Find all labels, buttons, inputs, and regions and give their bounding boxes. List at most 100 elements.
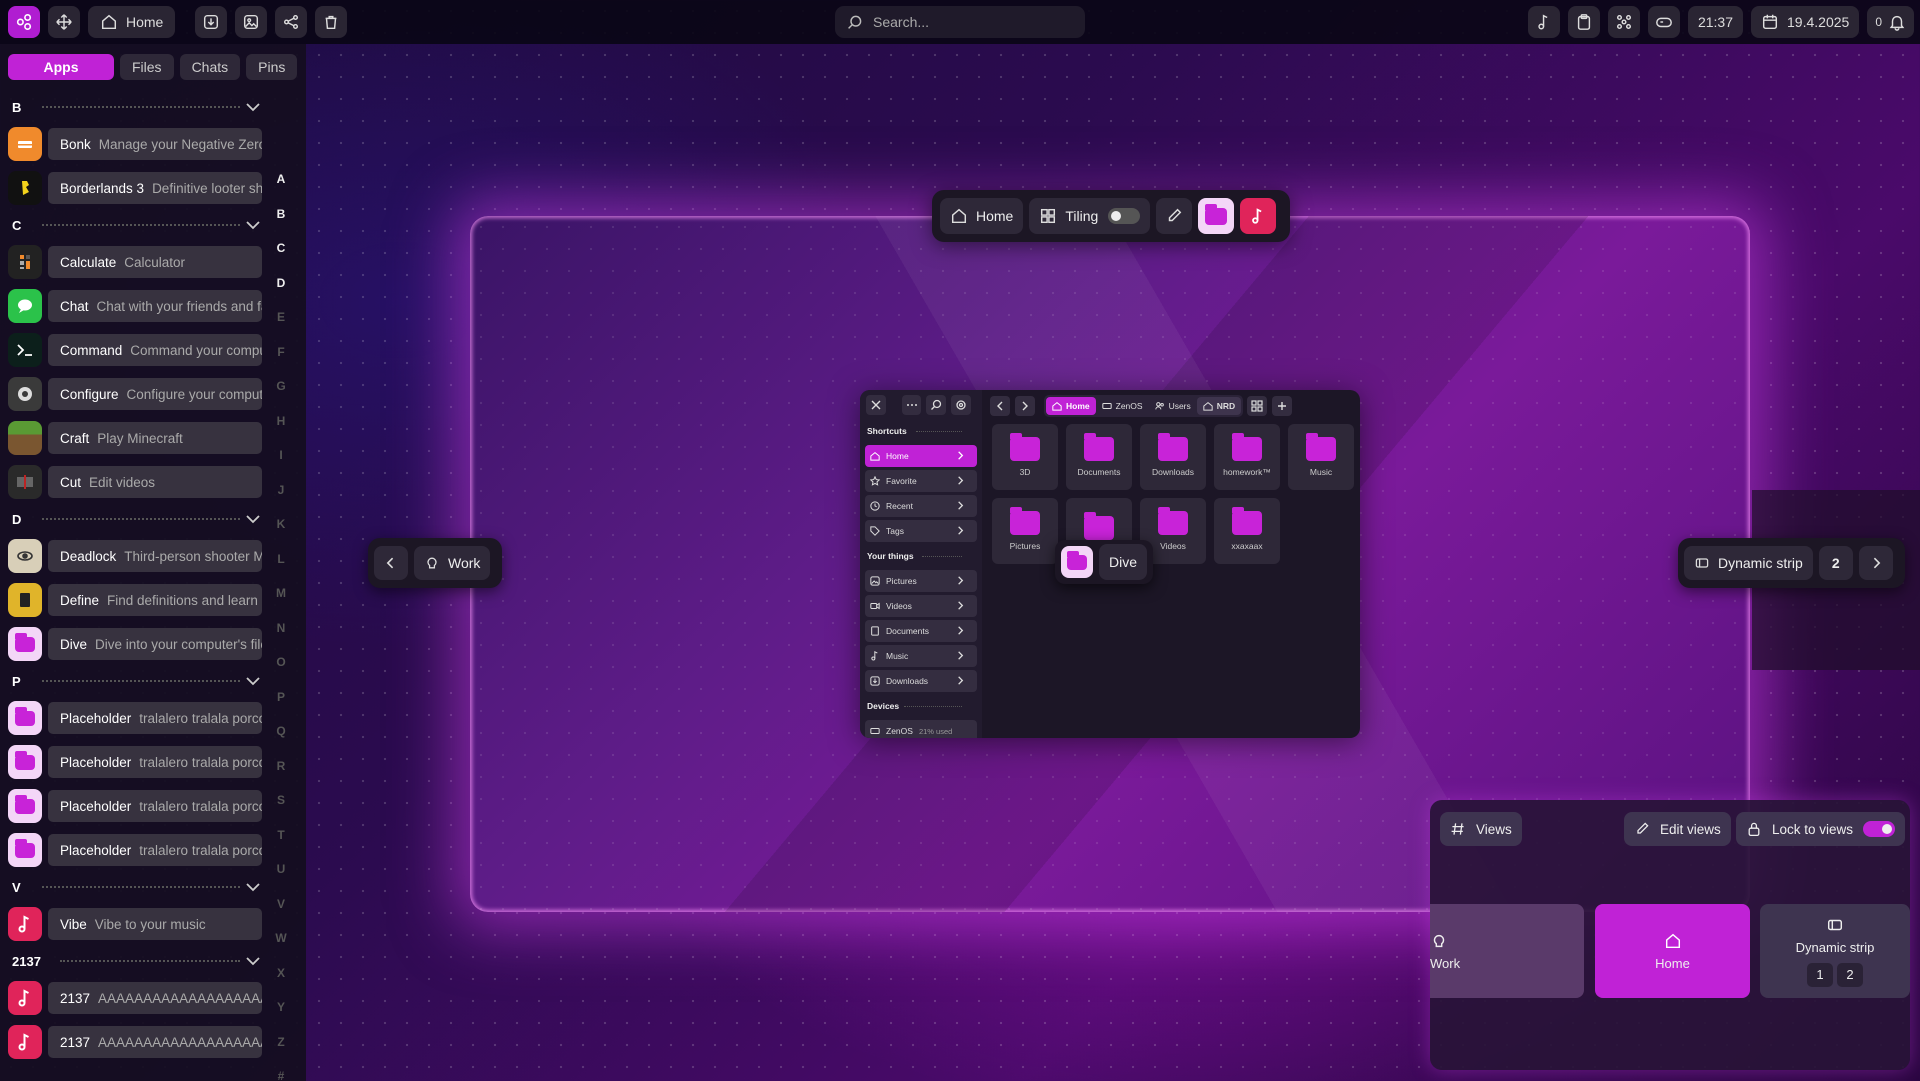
- alpha-letter[interactable]: Q: [274, 724, 288, 759]
- alpha-letter[interactable]: D: [274, 276, 288, 311]
- network-button[interactable]: [1607, 6, 1640, 38]
- fm-search-button[interactable]: [926, 395, 947, 415]
- folder-documents[interactable]: Documents: [1066, 424, 1132, 490]
- edit-button[interactable]: [1156, 198, 1193, 234]
- app-placeholder[interactable]: Placeholdertralalero tralala porco dio: [0, 828, 270, 872]
- next-view-button[interactable]: [1858, 546, 1893, 580]
- more-button[interactable]: [901, 395, 922, 415]
- section-header[interactable]: P: [0, 666, 270, 696]
- alpha-letter[interactable]: X: [274, 966, 288, 1001]
- section-header[interactable]: 2137: [0, 946, 270, 976]
- download-button[interactable]: [195, 6, 228, 38]
- alpha-letter[interactable]: A: [274, 172, 288, 207]
- fm-item-pictures[interactable]: Pictures: [865, 570, 977, 592]
- app-2137[interactable]: 2137 AAAAAAAAAAAAAAAAAAAA: [0, 976, 270, 1020]
- lock-views-switch[interactable]: [1863, 821, 1896, 837]
- tab-apps[interactable]: Apps: [8, 54, 114, 80]
- app-dive[interactable]: Dive Dive into your computer's files: [0, 622, 270, 666]
- move-button[interactable]: [48, 6, 80, 38]
- alpha-letter[interactable]: B: [274, 207, 288, 242]
- alpha-letter[interactable]: N: [274, 621, 288, 656]
- dynamic-strip-button[interactable]: Dynamic strip: [1684, 546, 1813, 580]
- trash-button[interactable]: [315, 6, 348, 38]
- section-header[interactable]: B: [0, 92, 270, 122]
- alpha-letter[interactable]: Y: [274, 1000, 288, 1035]
- edit-views-button[interactable]: Edit views: [1624, 812, 1731, 846]
- fm-item-videos[interactable]: Videos: [865, 595, 977, 617]
- folder-xxaxaax[interactable]: xxaxaax: [1214, 498, 1280, 564]
- clock[interactable]: 21:37: [1687, 6, 1744, 38]
- dive-app-button[interactable]: [1198, 198, 1235, 234]
- share-button[interactable]: [275, 6, 308, 38]
- devices-section[interactable]: Devices: [860, 695, 982, 717]
- tiling-toggle[interactable]: Tiling: [1029, 198, 1151, 234]
- tab-pins[interactable]: Pins: [246, 54, 298, 80]
- alpha-letter[interactable]: H: [274, 414, 288, 449]
- app-placeholder[interactable]: Placeholdertralalero tralala porco dio: [0, 740, 270, 784]
- alpha-letter[interactable]: U: [274, 862, 288, 897]
- your-things-section[interactable]: Your things: [860, 545, 982, 567]
- forward-button[interactable]: [1015, 396, 1035, 416]
- alpha-letter[interactable]: #: [274, 1069, 288, 1081]
- fm-item-home[interactable]: Home: [865, 445, 977, 467]
- system-menu-button[interactable]: [8, 6, 40, 38]
- app-2137[interactable]: 2137 AAAAAAAAAAAAAAAAAAAA: [0, 1020, 270, 1064]
- folder-homework[interactable]: homework™: [1214, 424, 1280, 490]
- app-bonk[interactable]: Bonk Manage your Negative Zero: [0, 122, 270, 166]
- view-card-home[interactable]: Home: [1595, 904, 1750, 998]
- folder-music[interactable]: Music: [1288, 424, 1354, 490]
- view-grid-button[interactable]: [1247, 396, 1268, 416]
- alpha-letter[interactable]: E: [274, 310, 288, 345]
- music-tray-button[interactable]: [1527, 6, 1560, 38]
- view-card-dynamic-strip[interactable]: Dynamic strip 1 2: [1760, 904, 1910, 998]
- new-tab-button[interactable]: [1272, 396, 1293, 416]
- alpha-letter[interactable]: V: [274, 897, 288, 932]
- gamepad-button[interactable]: [1647, 6, 1680, 38]
- app-command[interactable]: CommandCommand your computer: [0, 328, 270, 372]
- alpha-letter[interactable]: L: [274, 552, 288, 587]
- alpha-letter[interactable]: P: [274, 690, 288, 725]
- fm-item-tags[interactable]: Tags: [865, 520, 977, 542]
- alpha-letter[interactable]: Z: [274, 1035, 288, 1070]
- app-placeholder[interactable]: Placeholdertralalero tralala porco dio: [0, 696, 270, 740]
- fm-item-documents[interactable]: Documents: [865, 620, 977, 642]
- back-button[interactable]: [990, 396, 1010, 416]
- folder-downloads[interactable]: Downloads: [1140, 424, 1206, 490]
- app-calculate[interactable]: Calculate Calculator: [0, 240, 270, 284]
- vibe-app-button[interactable]: [1240, 198, 1277, 234]
- section-header[interactable]: V: [0, 872, 270, 902]
- strip-1-button[interactable]: 1: [1807, 962, 1833, 987]
- tab-files[interactable]: Files: [120, 54, 174, 80]
- crumb-home[interactable]: Home: [1046, 397, 1096, 415]
- app-deadlock[interactable]: DeadlockThird-person shooter MOBA: [0, 534, 270, 578]
- notifications-button[interactable]: 0: [1867, 6, 1914, 38]
- alpha-letter[interactable]: O: [274, 655, 288, 690]
- workspace-home-button[interactable]: Home: [940, 198, 1024, 234]
- alpha-letter[interactable]: G: [274, 379, 288, 414]
- crumb-zenos[interactable]: ZenOS: [1096, 397, 1149, 415]
- tiling-switch[interactable]: [1108, 208, 1141, 224]
- alpha-letter[interactable]: R: [274, 759, 288, 794]
- tab-chats[interactable]: Chats: [179, 54, 241, 80]
- strip-2-button[interactable]: 2: [1837, 962, 1863, 987]
- alpha-letter[interactable]: F: [274, 345, 288, 380]
- alpha-letter[interactable]: M: [274, 586, 288, 621]
- alpha-letter[interactable]: W: [274, 931, 288, 966]
- alpha-letter[interactable]: T: [274, 828, 288, 863]
- app-placeholder[interactable]: Placeholdertralalero tralala porco dio: [0, 784, 270, 828]
- section-header[interactable]: D: [0, 504, 270, 534]
- alpha-letter[interactable]: C: [274, 241, 288, 276]
- crumb-nrd[interactable]: NRD: [1196, 397, 1242, 415]
- app-craft[interactable]: Craft Play Minecraft: [0, 416, 270, 460]
- image-button[interactable]: [235, 6, 268, 38]
- app-define[interactable]: Define Find definitions and learn: [0, 578, 270, 622]
- prev-view-button[interactable]: [374, 546, 408, 580]
- app-borderlands-3[interactable]: Borderlands 3Definitive looter shooter: [0, 166, 270, 210]
- close-button[interactable]: [866, 395, 886, 415]
- date-button[interactable]: 19.4.2025: [1751, 6, 1860, 38]
- shortcuts-section[interactable]: Shortcuts: [860, 420, 982, 442]
- fm-item-favorite[interactable]: Favorite: [865, 470, 977, 492]
- clipboard-button[interactable]: [1567, 6, 1600, 38]
- fm-item-recent[interactable]: Recent: [865, 495, 977, 517]
- crumb-users[interactable]: Users: [1149, 397, 1197, 415]
